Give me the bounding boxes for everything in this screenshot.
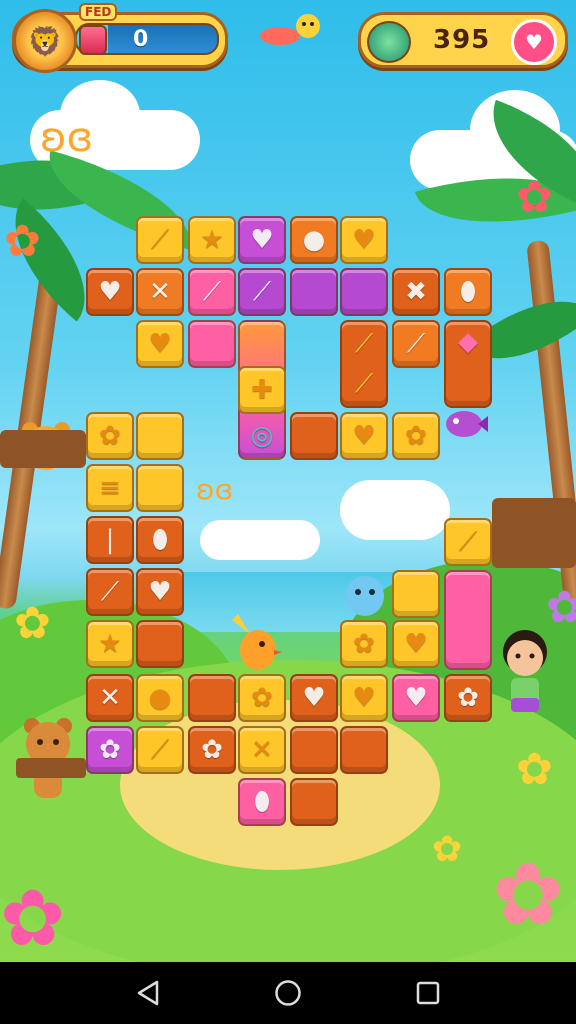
board-tile[interactable] xyxy=(188,674,236,722)
board-tile[interactable] xyxy=(188,320,236,368)
board-tile[interactable] xyxy=(136,412,184,460)
mascot-icon xyxy=(258,10,324,50)
board-tile[interactable]: ♥ xyxy=(340,412,388,460)
board-tile[interactable]: ⟋ xyxy=(136,726,184,774)
board-tile[interactable]: ♥ xyxy=(238,216,286,264)
leaf-tile[interactable]: ⟋ xyxy=(340,360,388,408)
board-tile[interactable] xyxy=(136,464,184,512)
tall-tile[interactable] xyxy=(444,570,492,670)
board-tile[interactable]: ♥ xyxy=(136,320,184,368)
board-tile[interactable]: ● xyxy=(290,216,338,264)
board-tile[interactable] xyxy=(136,620,184,668)
score-value: 395 xyxy=(433,25,491,55)
board-tile[interactable]: ✿ xyxy=(238,674,286,722)
board-tile[interactable]: ✿ xyxy=(392,412,440,460)
board-tile[interactable]: ⟋ xyxy=(238,268,286,316)
board-tile[interactable]: ⟋ xyxy=(136,216,184,264)
board-tile[interactable]: ✖ xyxy=(392,268,440,316)
board-tile[interactable]: | xyxy=(86,516,134,564)
heart-shop-icon[interactable]: ♥ xyxy=(511,19,557,65)
recents-square-icon[interactable] xyxy=(414,979,442,1007)
board-tile[interactable]: ⬮ xyxy=(136,516,184,564)
board-tile[interactable] xyxy=(290,778,338,826)
board-tile[interactable]: ⬮ xyxy=(238,778,286,826)
board-tile[interactable]: ⟋ xyxy=(86,568,134,616)
back-triangle-icon[interactable] xyxy=(134,979,162,1007)
board-tile[interactable] xyxy=(392,570,440,618)
board-tile[interactable]: ✕ xyxy=(86,674,134,722)
leaf-currency-icon xyxy=(367,21,411,63)
board-tile[interactable]: ✿ xyxy=(340,620,388,668)
board-tile[interactable]: ♥ xyxy=(392,620,440,668)
board-tile[interactable]: ✕ xyxy=(136,268,184,316)
board-tile[interactable]: ♥ xyxy=(340,216,388,264)
board-tile[interactable]: ★ xyxy=(188,216,236,264)
board-tile[interactable] xyxy=(340,726,388,774)
board-tile[interactable]: ♥ xyxy=(136,568,184,616)
home-circle-icon[interactable] xyxy=(274,979,302,1007)
ruby-gem-icon xyxy=(79,25,107,55)
system-nav-bar xyxy=(0,962,576,1024)
board-tile[interactable] xyxy=(290,268,338,316)
moves-panel: 0 🦁 FED xyxy=(12,3,228,73)
gem-tile[interactable]: ◆ xyxy=(444,318,492,366)
board-tile[interactable]: ⟋ xyxy=(188,268,236,316)
cross-tile[interactable]: ✚ xyxy=(238,366,286,414)
board-tile[interactable]: ⬮ xyxy=(444,268,492,316)
swirl-tile[interactable]: ◎ xyxy=(238,412,286,460)
badge-label: FED xyxy=(79,3,118,21)
board-tile[interactable] xyxy=(290,412,338,460)
board-tile[interactable]: ⟋ xyxy=(444,518,492,566)
board-tile[interactable]: ⟋ xyxy=(392,320,440,368)
score-panel: 395 ♥ xyxy=(358,12,568,68)
board-tile[interactable]: ✿ xyxy=(86,726,134,774)
board-tile[interactable]: ♥ xyxy=(340,674,388,722)
puzzle-board: ⟋ ★ ♥ ● ♥ ♥ ✕ ⟋ ⟋ ✖ ⬮ ♥ ⟋ ♥ ✿ ✿ ≡ | ⬮ ⟋ ♥ ★ ✕ ● ✿ ♥ ♥ ♥ ✿ ✿ ⟋ ✿ ✕ ⬮ ♥ ✿ ⟋ xyxy=(0,0,576,962)
board-tile[interactable]: ♥ xyxy=(290,674,338,722)
board-tile[interactable]: ♥ xyxy=(392,674,440,722)
moves-counter: 0 xyxy=(133,27,149,52)
board-tile[interactable]: ● xyxy=(136,674,184,722)
board-tile[interactable] xyxy=(290,726,338,774)
board-tile[interactable]: ★ xyxy=(86,620,134,668)
board-tile[interactable]: ✿ xyxy=(86,412,134,460)
board-tile[interactable]: ✿ xyxy=(444,674,492,722)
lion-avatar-icon[interactable]: 🦁 xyxy=(13,9,77,73)
board-tile[interactable] xyxy=(340,268,388,316)
board-tile[interactable]: ♥ xyxy=(86,268,134,316)
board-tile[interactable]: ✿ xyxy=(188,726,236,774)
board-tile[interactable]: ✕ xyxy=(238,726,286,774)
board-tile[interactable]: ≡ xyxy=(86,464,134,512)
